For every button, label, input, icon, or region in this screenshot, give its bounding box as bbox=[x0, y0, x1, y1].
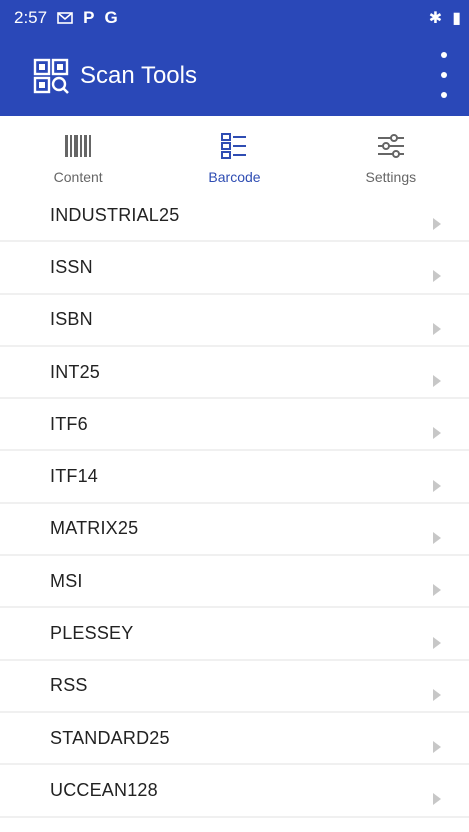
chevron-right-icon bbox=[433, 322, 441, 335]
list-item-industrial25[interactable]: INDUSTRIAL25 bbox=[0, 190, 469, 243]
scan-icon bbox=[33, 58, 69, 94]
tab-label-settings: Settings bbox=[365, 169, 417, 185]
tab-settings[interactable]: Settings bbox=[313, 116, 469, 198]
bluetooth-icon: ✱ bbox=[428, 10, 443, 27]
list-item-label: ISBN bbox=[50, 309, 93, 330]
list-item-label: PLESSEY bbox=[50, 623, 134, 644]
list-icon bbox=[221, 133, 247, 159]
status-icons: P G bbox=[57, 8, 118, 28]
tab-bar: Content Barcode Settings bbox=[0, 116, 469, 198]
list-item-label: ITF14 bbox=[50, 466, 99, 487]
sliders-icon bbox=[377, 134, 404, 158]
status-bar: 2:57 P G ✱ ▮ bbox=[0, 0, 469, 36]
list-item-label: INT25 bbox=[50, 361, 101, 382]
list-item-issn[interactable]: ISSN bbox=[0, 242, 469, 295]
barcode-content-icon bbox=[65, 135, 92, 157]
list-item-int25[interactable]: INT25 bbox=[0, 346, 469, 400]
message-icon bbox=[57, 12, 73, 24]
tab-content[interactable]: Content bbox=[0, 116, 156, 198]
chevron-right-icon bbox=[433, 479, 441, 492]
tab-label-content: Content bbox=[53, 169, 103, 185]
chevron-right-icon bbox=[433, 584, 441, 597]
overflow-menu-icon[interactable] bbox=[437, 52, 451, 98]
list-item-standard25[interactable]: STANDARD25 bbox=[0, 712, 469, 766]
list-item-plessey[interactable]: PLESSEY bbox=[0, 608, 469, 661]
list-item-isbn[interactable]: ISBN bbox=[0, 294, 469, 347]
list-item-label: INDUSTRIAL25 bbox=[50, 204, 180, 225]
app-title: Scan Tools bbox=[80, 62, 197, 89]
list-item-label: RSS bbox=[50, 675, 88, 696]
barcode-list: INDUSTRIAL25 ISSN ISBN INT25 ITF6 ITF14 … bbox=[0, 190, 469, 818]
chevron-right-icon bbox=[433, 427, 441, 440]
status-right-icons: ✱ ▮ bbox=[429, 8, 461, 28]
list-item-itf6[interactable]: ITF6 bbox=[0, 399, 469, 452]
chevron-right-icon bbox=[433, 270, 441, 283]
chevron-right-icon bbox=[433, 793, 441, 806]
battery-icon: ▮ bbox=[452, 10, 461, 27]
list-item-msi[interactable]: MSI bbox=[0, 556, 469, 609]
list-item-label: MATRIX25 bbox=[50, 518, 139, 539]
chevron-right-icon bbox=[433, 741, 441, 754]
list-item-label: ITF6 bbox=[50, 413, 88, 434]
chevron-right-icon bbox=[433, 218, 441, 231]
list-item-matrix25[interactable]: MATRIX25 bbox=[0, 503, 469, 557]
app-bar: Scan Tools bbox=[0, 36, 469, 116]
list-item-rss[interactable]: RSS bbox=[0, 660, 469, 713]
list-item-label: MSI bbox=[50, 570, 83, 591]
tab-barcode[interactable]: Barcode bbox=[156, 116, 312, 198]
list-item-itf14[interactable]: ITF14 bbox=[0, 451, 469, 504]
g-icon: G bbox=[104, 8, 118, 27]
list-item-label: ISSN bbox=[50, 256, 93, 277]
status-time: 2:57 bbox=[14, 8, 48, 27]
tab-label-barcode: Barcode bbox=[208, 169, 261, 185]
chevron-right-icon bbox=[433, 688, 441, 701]
chevron-right-icon bbox=[433, 375, 441, 388]
list-item-label: UCCEAN128 bbox=[50, 779, 158, 800]
p-icon: P bbox=[83, 8, 95, 27]
list-item-label: STANDARD25 bbox=[50, 727, 170, 748]
list-item-uccean128[interactable]: UCCEAN128 bbox=[0, 765, 469, 818]
chevron-right-icon bbox=[433, 531, 441, 544]
chevron-right-icon bbox=[433, 636, 441, 649]
